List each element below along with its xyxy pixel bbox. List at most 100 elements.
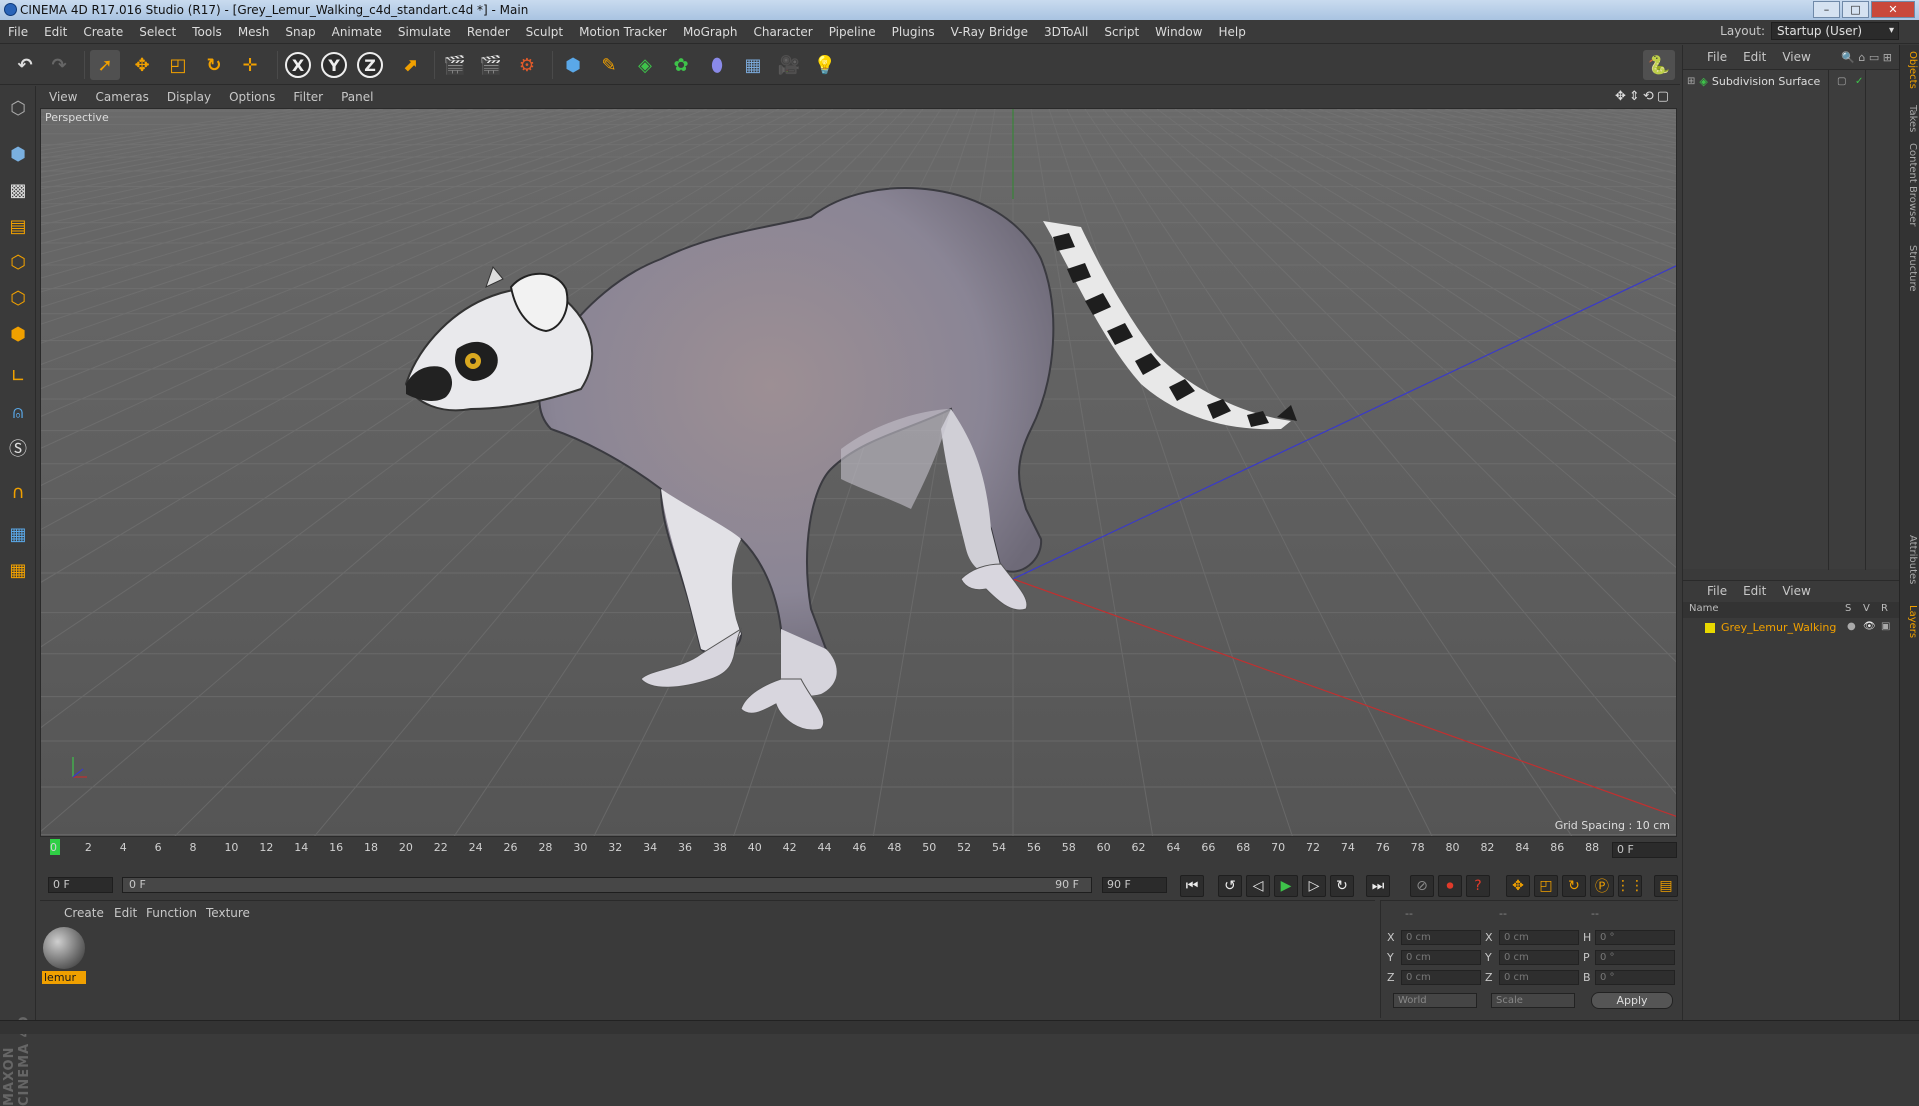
tweak-mode-icon[interactable]: ⍝: [4, 398, 32, 426]
menu-window[interactable]: Window: [1147, 25, 1210, 39]
layer-render-icon[interactable]: ▣: [1881, 621, 1890, 632]
menu-help[interactable]: Help: [1210, 25, 1253, 39]
previous-key-icon[interactable]: ↺: [1218, 875, 1242, 897]
floor-icon[interactable]: ▦: [738, 50, 768, 80]
tab-content-browser[interactable]: Content Browser: [1902, 143, 1918, 226]
object-manager-tool-icons[interactable]: 🔍 ⌂ ▭ ⊞: [1841, 51, 1892, 64]
texture-mode-icon[interactable]: ▩: [4, 176, 32, 204]
move-icon[interactable]: ✥: [127, 50, 157, 80]
start-frame-field[interactable]: 0 F: [48, 877, 113, 893]
close-button[interactable]: ✕: [1871, 1, 1915, 18]
tab-layers[interactable]: Layers: [1902, 605, 1918, 638]
position-z-field[interactable]: 0 cm: [1401, 970, 1481, 985]
rotation-b-field[interactable]: 0 °: [1595, 970, 1675, 985]
render-view-icon[interactable]: 🎬: [440, 50, 470, 80]
key-rotation-icon[interactable]: ↻: [1562, 875, 1586, 897]
edit-render-settings-icon[interactable]: ⚙: [512, 50, 542, 80]
y-axis-icon[interactable]: Y: [321, 52, 347, 78]
menu-create[interactable]: Create: [75, 25, 131, 39]
layer-visible-icon[interactable]: 👁: [1863, 621, 1876, 632]
layer-menu-view[interactable]: View: [1782, 584, 1810, 598]
live-selection-icon[interactable]: ➚: [90, 50, 120, 80]
next-frame-icon[interactable]: ▷: [1302, 875, 1326, 897]
layer-color-swatch[interactable]: [1705, 623, 1715, 633]
tab-objects[interactable]: Objects: [1902, 51, 1918, 89]
object-visibility-icon[interactable]: ▢: [1837, 76, 1846, 87]
viewport-menu-display[interactable]: Display: [158, 90, 220, 104]
menu-snap[interactable]: Snap: [277, 25, 323, 39]
menu-character[interactable]: Character: [745, 25, 820, 39]
menu-script[interactable]: Script: [1096, 25, 1147, 39]
keyframe-selection-icon[interactable]: ?: [1466, 875, 1490, 897]
menu-tools[interactable]: Tools: [184, 25, 230, 39]
viewport-menu-panel[interactable]: Panel: [332, 90, 382, 104]
timeline-window-icon[interactable]: ▤: [1654, 875, 1678, 897]
material-menu-function[interactable]: Function: [146, 906, 197, 920]
render-picture-viewer-icon[interactable]: 🎬: [476, 50, 506, 80]
python-icon[interactable]: 🐍: [1643, 50, 1675, 80]
model-mode-icon[interactable]: ⬢: [4, 140, 32, 168]
frame-range-slider[interactable]: 0 F 90 F: [122, 877, 1092, 893]
coordinate-system-icon[interactable]: ⬈: [395, 50, 425, 80]
coordinate-type-dropdown[interactable]: Scale: [1491, 993, 1575, 1008]
rotation-h-field[interactable]: 0 °: [1595, 930, 1675, 945]
viewport-menu-view[interactable]: View: [40, 90, 86, 104]
redo-icon[interactable]: ↷: [44, 50, 74, 80]
rotate-icon[interactable]: ↻: [199, 50, 229, 80]
pen-icon[interactable]: ✎: [594, 50, 624, 80]
object-enabled-icon[interactable]: ✓: [1855, 76, 1863, 87]
material-menu-edit[interactable]: Edit: [114, 906, 137, 920]
material-menu-texture[interactable]: Texture: [206, 906, 250, 920]
go-to-end-icon[interactable]: ⏭: [1366, 875, 1390, 897]
object-menu-edit[interactable]: Edit: [1743, 50, 1766, 64]
layout-dropdown[interactable]: Startup (User): [1771, 22, 1899, 40]
snapping-icon[interactable]: Ⓢ: [4, 434, 32, 462]
minimize-button[interactable]: –: [1813, 1, 1840, 18]
menu-sculpt[interactable]: Sculpt: [518, 25, 571, 39]
size-y-field[interactable]: 0 cm: [1499, 950, 1579, 965]
viewport-perspective[interactable]: Perspective Grid Spacing : 10 cm: [40, 108, 1677, 837]
x-axis-icon[interactable]: X: [285, 52, 311, 78]
camera-icon[interactable]: 🎥: [774, 50, 804, 80]
play-icon[interactable]: ▶: [1274, 875, 1298, 897]
menu-mograph[interactable]: MoGraph: [675, 25, 746, 39]
position-x-field[interactable]: 0 cm: [1401, 930, 1481, 945]
points-mode-icon[interactable]: ⬡: [4, 248, 32, 276]
menu-plugins[interactable]: Plugins: [884, 25, 943, 39]
expand-icon[interactable]: ⊞: [1687, 76, 1695, 87]
tab-attributes[interactable]: Attributes: [1902, 535, 1918, 584]
menu-motion-tracker[interactable]: Motion Tracker: [571, 25, 675, 39]
menu-render[interactable]: Render: [459, 25, 518, 39]
polygons-mode-icon[interactable]: ⬢: [4, 320, 32, 348]
cube-icon[interactable]: ⬢: [558, 50, 588, 80]
menu-simulate[interactable]: Simulate: [390, 25, 459, 39]
axis-mode-icon[interactable]: ∟: [4, 362, 32, 390]
menu-vray-bridge[interactable]: V-Ray Bridge: [943, 25, 1036, 39]
current-frame-field[interactable]: 0 F: [1612, 842, 1677, 858]
light-icon[interactable]: 💡: [810, 50, 840, 80]
material-swatch[interactable]: lemur: [42, 927, 86, 985]
previous-frame-icon[interactable]: ◁: [1246, 875, 1270, 897]
coordinate-mode-dropdown[interactable]: World: [1393, 993, 1477, 1008]
key-parameter-icon[interactable]: Ⓟ: [1590, 875, 1614, 897]
end-frame-field[interactable]: 90 F: [1102, 877, 1167, 893]
menu-pipeline[interactable]: Pipeline: [821, 25, 884, 39]
undo-icon[interactable]: ↶: [10, 50, 40, 80]
recent-tool-icon[interactable]: ✛: [235, 50, 265, 80]
tab-takes[interactable]: Takes: [1902, 105, 1918, 132]
layer-menu-file[interactable]: File: [1707, 584, 1727, 598]
magnet-icon[interactable]: ∩: [4, 478, 32, 506]
tab-structure[interactable]: Structure: [1902, 245, 1918, 292]
array-icon[interactable]: ✿: [666, 50, 696, 80]
make-editable-icon[interactable]: ⬡: [4, 94, 32, 122]
viewport-nav-icons[interactable]: ✥⇕⟲▢: [1615, 89, 1672, 104]
apply-button[interactable]: Apply: [1591, 992, 1673, 1009]
layer-menu-edit[interactable]: Edit: [1743, 584, 1766, 598]
menu-3dtoall[interactable]: 3DToAll: [1036, 25, 1096, 39]
menu-file[interactable]: File: [0, 25, 36, 39]
key-scale-icon[interactable]: ◰: [1534, 875, 1558, 897]
viewport-menu-cameras[interactable]: Cameras: [86, 90, 157, 104]
scale-icon[interactable]: ◰: [163, 50, 193, 80]
rotation-p-field[interactable]: 0 °: [1595, 950, 1675, 965]
menu-animate[interactable]: Animate: [324, 25, 390, 39]
